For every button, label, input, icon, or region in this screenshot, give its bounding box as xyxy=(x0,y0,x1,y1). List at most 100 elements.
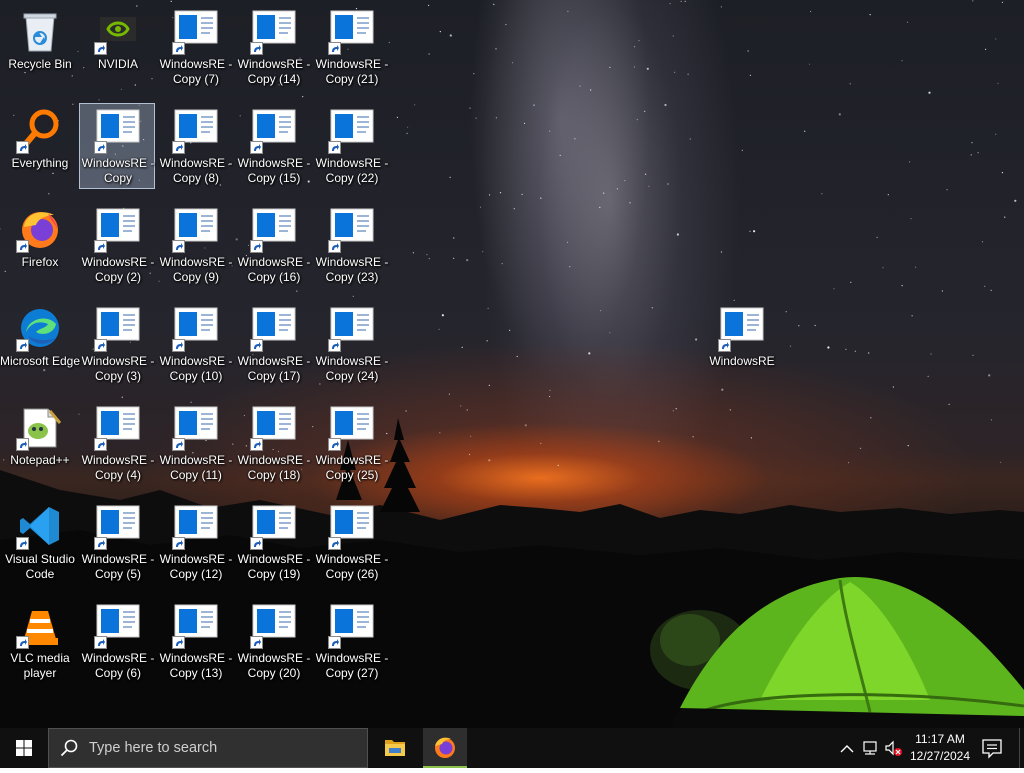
desktop-icon-windowsre-copy-9[interactable]: WindowsRE - Copy (9) xyxy=(157,202,233,288)
desktop-icon-label: WindowsRE - Copy (21) xyxy=(315,57,389,86)
windowsre-icon xyxy=(94,405,140,451)
shortcut-arrow-icon xyxy=(16,537,29,550)
clock[interactable]: 11:17 AM 12/27/2024 xyxy=(905,731,975,765)
desktop-icon-visual-studio-code[interactable]: Visual Studio Code xyxy=(1,499,77,585)
shortcut-arrow-icon xyxy=(250,537,263,550)
shortcut-arrow-icon xyxy=(172,636,185,649)
desktop-icon-label: Visual Studio Code xyxy=(5,552,75,581)
desktop-icon-label: Recycle Bin xyxy=(8,57,72,71)
shortcut-arrow-icon xyxy=(328,438,341,451)
windowsre-icon xyxy=(172,603,218,649)
desktop-icon-windowsre-copy-25[interactable]: WindowsRE - Copy (25) xyxy=(313,400,389,486)
windowsre-icon xyxy=(172,405,218,451)
shortcut-arrow-icon xyxy=(250,339,263,352)
edge-icon xyxy=(16,306,62,352)
desktop-icon-windowsre-copy-12[interactable]: WindowsRE - Copy (12) xyxy=(157,499,233,585)
desktop-icon-label: WindowsRE - Copy (4) xyxy=(81,453,155,482)
desktop-icon-recycle-bin[interactable]: Recycle Bin xyxy=(1,4,77,90)
desktop-icon-label: WindowsRE - Copy (25) xyxy=(315,453,389,482)
desktop-icon-windowsre-copy-15[interactable]: WindowsRE - Copy (15) xyxy=(235,103,311,189)
desktop-icon-notepad[interactable]: Notepad++ xyxy=(1,400,77,486)
search-box[interactable]: Type here to search xyxy=(48,728,368,768)
desktop-icon-windowsre-copy-6[interactable]: WindowsRE - Copy (6) xyxy=(79,598,155,684)
desktop-icon-windowsre-copy-27[interactable]: WindowsRE - Copy (27) xyxy=(313,598,389,684)
desktop-icon-label: WindowsRE - Copy (13) xyxy=(159,651,233,680)
desktop-icon-microsoft-edge[interactable]: Microsoft Edge xyxy=(0,301,80,387)
desktop-icon-label: Firefox xyxy=(21,255,59,269)
desktop-icon-windowsre-copy-3[interactable]: WindowsRE - Copy (3) xyxy=(79,301,155,387)
shortcut-arrow-icon xyxy=(94,438,107,451)
desktop-icon-label: WindowsRE - Copy (18) xyxy=(237,453,311,482)
desktop-icon-windowsre-copy-8[interactable]: WindowsRE - Copy (8) xyxy=(157,103,233,189)
desktop-icon-windowsre-copy-7[interactable]: WindowsRE - Copy (7) xyxy=(157,4,233,90)
desktop-icon-label: WindowsRE - Copy (3) xyxy=(81,354,155,383)
desktop-icon-everything[interactable]: Everything xyxy=(1,103,77,189)
desktop-icon-windowsre-copy-21[interactable]: WindowsRE - Copy (21) xyxy=(313,4,389,90)
desktop-icon-windowsre[interactable]: WindowsRE xyxy=(703,301,779,387)
desktop-icon-windowsre-copy-18[interactable]: WindowsRE - Copy (18) xyxy=(235,400,311,486)
taskbar: Type here to search 11:17 AM 12/27/2024 xyxy=(0,728,1024,768)
desktop-icon-label: Everything xyxy=(11,156,69,170)
desktop-icon-windowsre-copy-20[interactable]: WindowsRE - Copy (20) xyxy=(235,598,311,684)
desktop-icon-windowsre-copy[interactable]: WindowsRE - Copy xyxy=(79,103,155,189)
windowsre-icon xyxy=(718,306,764,352)
desktop-icon-label: WindowsRE xyxy=(709,354,775,368)
start-button[interactable] xyxy=(0,728,48,768)
shortcut-arrow-icon xyxy=(250,240,263,253)
clock-date: 12/27/2024 xyxy=(909,749,971,763)
desktop-icon-windowsre-copy-26[interactable]: WindowsRE - Copy (26) xyxy=(313,499,389,585)
desktop-icon-label: WindowsRE - Copy (24) xyxy=(315,354,389,383)
desktop-icon-windowsre-copy-4[interactable]: WindowsRE - Copy (4) xyxy=(79,400,155,486)
desktop-icon-windowsre-copy-17[interactable]: WindowsRE - Copy (17) xyxy=(235,301,311,387)
chevron-up-icon[interactable] xyxy=(840,745,854,753)
windowsre-icon xyxy=(172,108,218,154)
desktop-icon-windowsre-copy-14[interactable]: WindowsRE - Copy (14) xyxy=(235,4,311,90)
desktop-icon-firefox[interactable]: Firefox xyxy=(1,202,77,288)
shortcut-arrow-icon xyxy=(172,240,185,253)
desktop-icon-windowsre-copy-19[interactable]: WindowsRE - Copy (19) xyxy=(235,499,311,585)
windowsre-icon xyxy=(328,207,374,253)
desktop-icon-windowsre-copy-2[interactable]: WindowsRE - Copy (2) xyxy=(79,202,155,288)
desktop-icon-label: WindowsRE - Copy (16) xyxy=(237,255,311,284)
volume-muted-icon[interactable] xyxy=(885,740,902,756)
desktop-icon-windowsre-copy-10[interactable]: WindowsRE - Copy (10) xyxy=(157,301,233,387)
windowsre-icon xyxy=(250,108,296,154)
shortcut-arrow-icon xyxy=(16,636,29,649)
shortcut-arrow-icon xyxy=(172,438,185,451)
windowsre-icon xyxy=(328,306,374,352)
windowsre-icon xyxy=(250,603,296,649)
windowsre-icon xyxy=(172,207,218,253)
windowsre-icon xyxy=(172,306,218,352)
shortcut-arrow-icon xyxy=(16,141,29,154)
taskbar-firefox[interactable] xyxy=(423,728,467,768)
desktop-icon-windowsre-copy-22[interactable]: WindowsRE - Copy (22) xyxy=(313,103,389,189)
windowsre-icon xyxy=(172,504,218,550)
shortcut-arrow-icon xyxy=(16,339,29,352)
desktop-icon-windowsre-copy-5[interactable]: WindowsRE - Copy (5) xyxy=(79,499,155,585)
desktop-icon-windowsre-copy-24[interactable]: WindowsRE - Copy (24) xyxy=(313,301,389,387)
desktop-icon-windowsre-copy-23[interactable]: WindowsRE - Copy (23) xyxy=(313,202,389,288)
everything-icon xyxy=(16,108,62,154)
desktop-icon-label: WindowsRE - Copy (20) xyxy=(237,651,311,680)
show-desktop-button[interactable] xyxy=(1019,728,1024,768)
desktop-icon-windowsre-copy-16[interactable]: WindowsRE - Copy (16) xyxy=(235,202,311,288)
desktop-icon-label: WindowsRE - Copy (11) xyxy=(159,453,233,482)
desktop-icon-vlc-media-player[interactable]: VLC media player xyxy=(1,598,77,684)
desktop[interactable]: Recycle Bin Everything Firefox Microsoft Ed… xyxy=(0,0,1024,728)
notepadpp-icon xyxy=(16,405,62,451)
taskbar-file-explorer[interactable] xyxy=(373,728,417,768)
shortcut-arrow-icon xyxy=(718,339,731,352)
desktop-icon-windowsre-copy-13[interactable]: WindowsRE - Copy (13) xyxy=(157,598,233,684)
action-center-icon[interactable] xyxy=(980,736,1004,760)
firefox-icon xyxy=(16,207,62,253)
desktop-icon-label: WindowsRE - Copy (9) xyxy=(159,255,233,284)
windowsre-icon xyxy=(328,405,374,451)
desktop-icon-label: WindowsRE - Copy (15) xyxy=(237,156,311,185)
desktop-icon-nvidia[interactable]: NVIDIA xyxy=(79,4,155,90)
shortcut-arrow-icon xyxy=(94,141,107,154)
windowsre-icon xyxy=(94,306,140,352)
network-icon[interactable] xyxy=(863,741,877,755)
shortcut-arrow-icon xyxy=(328,141,341,154)
desktop-icon-windowsre-copy-11[interactable]: WindowsRE - Copy (11) xyxy=(157,400,233,486)
desktop-icon-label: WindowsRE - Copy (27) xyxy=(315,651,389,680)
